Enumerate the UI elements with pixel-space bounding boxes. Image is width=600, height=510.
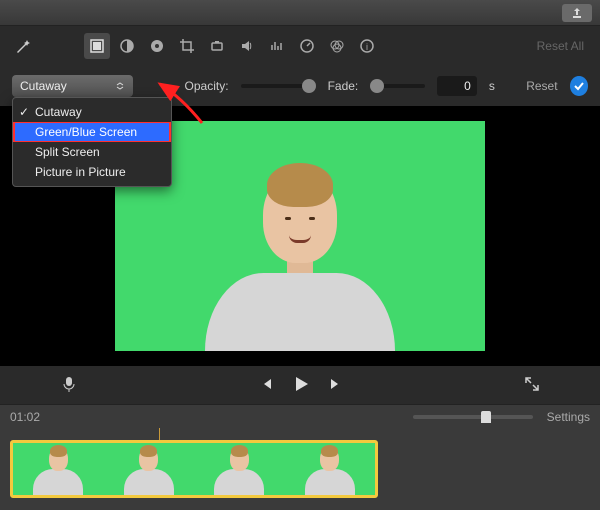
playhead[interactable] — [159, 428, 160, 440]
clip-thumbnail — [13, 443, 104, 495]
info-icon: i — [359, 38, 375, 54]
reset-button[interactable]: Reset — [526, 79, 557, 93]
filters-icon — [329, 38, 345, 54]
color-wheel-icon — [149, 38, 165, 54]
share-button[interactable] — [562, 4, 592, 22]
stabilize-icon — [209, 38, 225, 54]
crop-button[interactable] — [174, 33, 200, 59]
menu-item-cutaway[interactable]: Cutaway — [13, 102, 171, 122]
volume-button[interactable] — [234, 33, 260, 59]
apply-check-button[interactable] — [570, 76, 588, 96]
wand-icon — [14, 37, 32, 55]
inspector-toolbar: i Reset All — [0, 26, 600, 66]
expand-icon — [524, 376, 540, 392]
overlay-mode-menu: Cutaway Green/Blue Screen Split Screen P… — [12, 97, 172, 187]
dropdown-value: Cutaway — [20, 79, 67, 93]
chevron-updown-icon — [115, 81, 125, 91]
menu-item-picture-in-picture[interactable]: Picture in Picture — [13, 162, 171, 182]
fade-slider[interactable] — [370, 84, 425, 88]
microphone-icon — [60, 375, 78, 393]
skip-back-button[interactable] — [258, 376, 274, 395]
skip-forward-icon — [328, 376, 344, 392]
skip-back-icon — [258, 376, 274, 392]
play-button[interactable] — [292, 375, 310, 396]
info-button[interactable]: i — [354, 33, 380, 59]
timecode: 01:02 — [10, 410, 40, 424]
overlay-mode-dropdown[interactable]: Cutaway Cutaway Green/Blue Screen Split … — [12, 75, 133, 97]
speed-icon — [299, 38, 315, 54]
fade-value-field[interactable]: 0 — [437, 76, 477, 96]
equalizer-icon — [269, 38, 285, 54]
clip-thumbnail — [285, 443, 376, 495]
playback-bar — [0, 366, 600, 404]
menu-item-split-screen[interactable]: Split Screen — [13, 142, 171, 162]
overlay-controls: Cutaway Cutaway Green/Blue Screen Split … — [0, 66, 600, 106]
crop-icon — [179, 38, 195, 54]
overlay-tool-button[interactable] — [84, 33, 110, 59]
window-titlebar — [0, 0, 600, 26]
opacity-slider[interactable] — [241, 84, 316, 88]
preview-subject — [205, 171, 395, 351]
settings-button[interactable]: Settings — [547, 410, 590, 424]
fade-unit: s — [489, 79, 495, 93]
color-correction-button[interactable] — [144, 33, 170, 59]
timeline[interactable] — [0, 428, 600, 506]
overlay-tool-icon — [89, 38, 105, 54]
color-balance-button[interactable] — [114, 33, 140, 59]
record-voiceover-button[interactable] — [60, 375, 78, 396]
magic-wand-button[interactable] — [10, 33, 36, 59]
reset-all-button[interactable]: Reset All — [531, 39, 590, 53]
svg-text:i: i — [366, 42, 368, 52]
skip-forward-button[interactable] — [328, 376, 344, 395]
color-balance-icon — [119, 38, 135, 54]
opacity-label: Opacity: — [185, 79, 229, 93]
check-icon — [573, 80, 585, 92]
clip-filter-button[interactable] — [324, 33, 350, 59]
timeline-zoom-slider[interactable] — [413, 415, 533, 419]
play-icon — [292, 375, 310, 393]
share-icon — [571, 7, 583, 19]
volume-icon — [239, 38, 255, 54]
noise-reduction-button[interactable] — [264, 33, 290, 59]
fullscreen-button[interactable] — [524, 376, 540, 395]
clip-thumbnail — [194, 443, 285, 495]
stabilization-button[interactable] — [204, 33, 230, 59]
fade-label: Fade: — [328, 79, 359, 93]
speed-button[interactable] — [294, 33, 320, 59]
menu-item-green-blue-screen[interactable]: Green/Blue Screen — [13, 122, 171, 142]
timeline-clip[interactable] — [10, 440, 378, 498]
timeline-header: 01:02 Settings — [0, 404, 600, 428]
clip-thumbnail — [104, 443, 195, 495]
